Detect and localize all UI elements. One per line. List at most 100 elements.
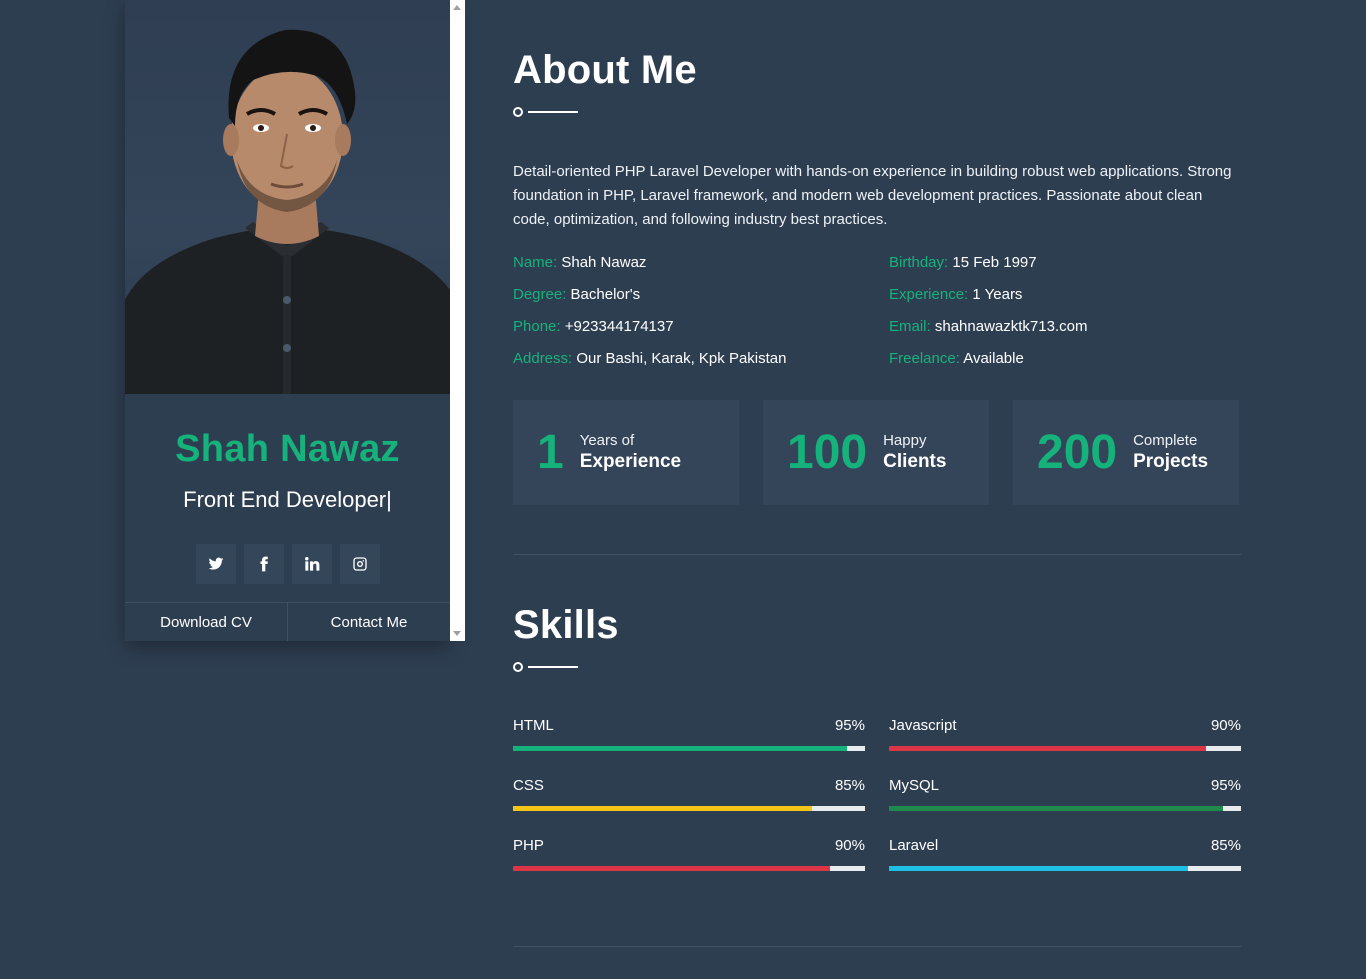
skill-header: PHP 90% [513,836,865,856]
skill-progress-bar [513,866,865,871]
stat-number: 100 [787,426,868,479]
stat-label-small: Complete [1133,431,1198,449]
info-item: Phone: +923344174137 [513,317,889,337]
social-links [125,544,450,584]
skill-progress-fill [513,866,830,871]
skill-item: MySQL 95% [889,776,1241,811]
profile-photo [125,0,450,394]
profile-card: Shah Nawaz Front End Developer| Download… [125,0,450,641]
info-key: Phone: [513,318,561,335]
skill-header: Laravel 85% [889,836,1241,856]
info-value: Available [963,350,1024,367]
title-decoration [513,107,697,117]
info-value: +923344174137 [564,318,674,335]
info-value: 1 Years [972,286,1023,303]
info-key: Experience: [889,286,969,303]
skill-name: Laravel [889,837,939,854]
skill-progress-fill [513,806,813,811]
skill-percent: 95% [834,717,865,734]
skill-name: HTML [513,717,554,734]
skill-progress-fill [889,806,1224,811]
scroll-down-arrow-icon[interactable] [453,631,461,636]
stat-label: Years of Experience [580,432,681,474]
skill-header: MySQL 95% [889,776,1241,796]
skill-progress-fill [889,746,1206,751]
stat-label-small: Happy [883,431,927,449]
stat-number: 200 [1037,426,1118,479]
skill-progress-bar [889,866,1241,871]
stat-label-small: Years of [579,431,635,449]
profile-photo-illustration [125,29,450,394]
facebook-icon [260,556,268,572]
linkedin-icon [304,557,319,571]
section-divider [513,554,1241,555]
contact-me-button[interactable]: Contact Me [288,603,450,641]
skill-header: Javascript 90% [889,716,1241,736]
about-section-header: About Me [513,48,697,117]
scroll-up-arrow-icon[interactable] [453,5,461,10]
skill-progress-bar [513,806,865,811]
info-item: Address: Our Bashi, Karak, Kpk Pakistan [513,349,889,369]
skill-percent: 90% [1210,717,1241,734]
stat-card: 100 Happy Clients [763,400,989,505]
title-decoration-dot [513,107,523,117]
stat-number: 1 [537,426,564,479]
about-title: About Me [513,48,697,92]
skill-header: HTML 95% [513,716,865,736]
stats-row: 1 Years of Experience 100 Happy Clients 200 Com… [513,400,1241,505]
info-item: Birthday: 15 Feb 1997 [889,253,1241,273]
info-item: Email: shahnawazktk713.com [889,317,1241,337]
twitter-icon [208,557,223,570]
skill-name: CSS [513,777,544,794]
profile-role-text: Front End Developer [183,487,387,512]
info-key: Email: [889,318,931,335]
info-item: Freelance: Available [889,349,1241,369]
info-key: Name: [513,254,558,271]
skill-item: Laravel 85% [889,836,1241,871]
skill-item: Javascript 90% [889,716,1241,751]
skills-title: Skills [513,603,619,647]
card-scrollbar[interactable] [450,0,465,641]
twitter-button[interactable] [195,544,236,584]
skill-percent: 90% [834,837,865,854]
personal-info: Name: Shah Nawaz Birthday: 15 Feb 1997 Deg… [513,253,1241,369]
skill-name: MySQL [889,777,940,794]
instagram-button[interactable] [339,544,380,584]
info-key: Degree: [513,286,567,303]
title-decoration-line [528,111,578,113]
info-key: Freelance: [889,350,960,367]
info-value: Our Bashi, Karak, Kpk Pakistan [576,350,787,367]
skill-name: Javascript [889,717,957,734]
stat-label: Happy Clients [883,432,946,474]
info-item: Degree: Bachelor's [513,285,889,305]
skill-name: PHP [513,837,544,854]
stat-label-big: Clients [883,450,947,472]
info-key: Birthday: [889,254,949,271]
card-actions: Download CV Contact Me [125,602,450,641]
skill-progress-bar [513,746,865,751]
section-divider [513,946,1241,947]
info-value: shahnawazktk713.com [934,318,1088,335]
skill-progress-fill [889,866,1189,871]
skill-item: CSS 85% [513,776,865,811]
title-decoration [513,662,619,672]
title-decoration-line [528,666,578,668]
linkedin-button[interactable] [291,544,332,584]
stat-label-big: Projects [1133,450,1209,472]
download-cv-button[interactable]: Download CV [125,603,288,641]
stat-card: 200 Complete Projects [1013,400,1239,505]
skill-progress-bar [889,806,1241,811]
profile-role: Front End Developer| [125,487,450,513]
stat-card: 1 Years of Experience [513,400,739,505]
skill-percent: 85% [834,777,865,794]
skill-progress-bar [889,746,1241,751]
skill-item: PHP 90% [513,836,865,871]
skill-progress-fill [513,746,848,751]
info-item: Experience: 1 Years [889,285,1241,305]
info-value: 15 Feb 1997 [952,254,1037,271]
about-description: Detail-oriented PHP Laravel Developer wi… [513,163,1232,228]
stat-label: Complete Projects [1133,432,1208,474]
skills-list: HTML 95% Javascript 90% CSS 85% MySQL 95% PHP 90%… [513,716,1241,871]
facebook-button[interactable] [243,544,284,584]
skill-header: CSS 85% [513,776,865,796]
